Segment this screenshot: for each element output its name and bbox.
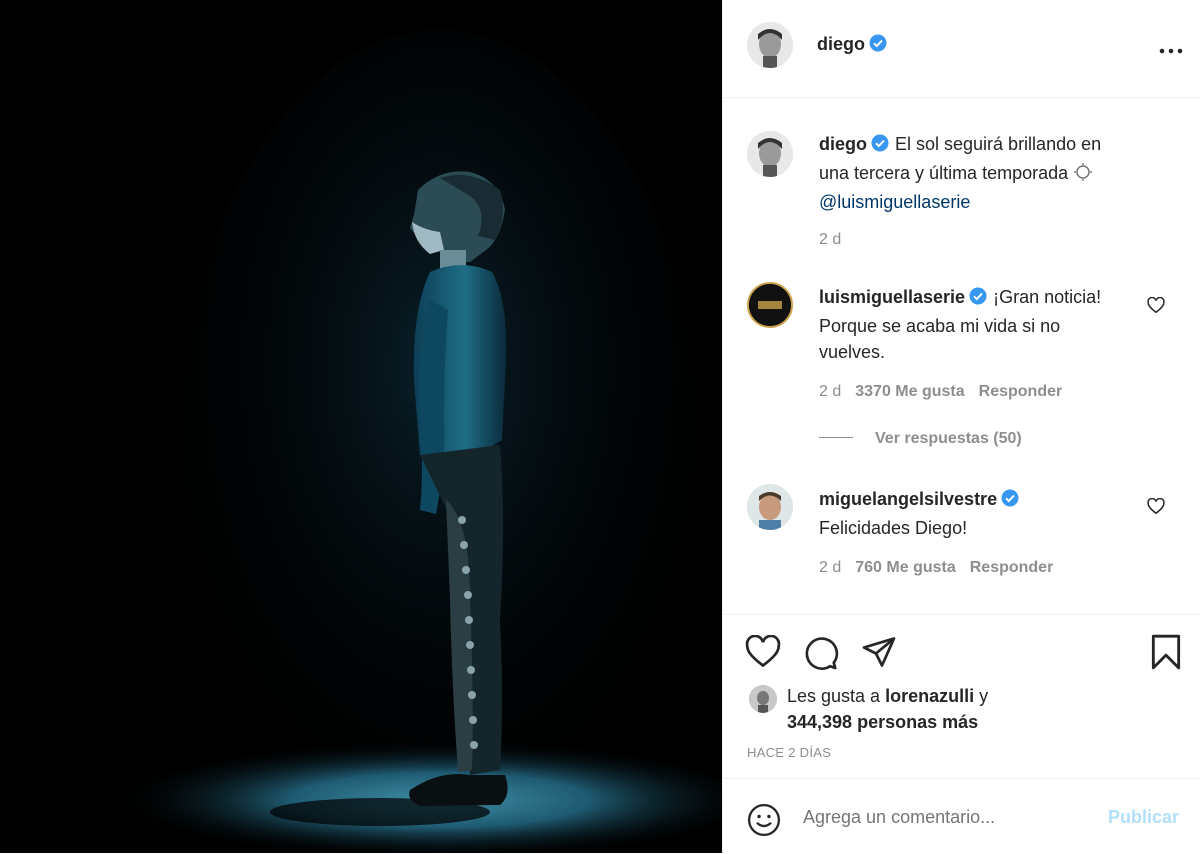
comments-list[interactable]: diego El sol seguirá brillando en una te… (723, 98, 1200, 613)
avatar-face-icon (747, 22, 793, 68)
comment-2-text-line1: Felicidades Diego! (819, 517, 968, 538)
post-side-panel: diego diego El sol seguirá brillando en (722, 0, 1200, 853)
likes-suffix: personas más (857, 712, 979, 732)
verified-badge-icon (969, 286, 987, 313)
publish-button[interactable]: Publicar (1108, 807, 1179, 828)
comment-1: luismiguellaserie ¡Gran noticia! Porque … (819, 284, 1149, 366)
likes-count-link[interactable]: 344,398 personas más (787, 709, 988, 735)
caption-age[interactable]: 2 d (819, 231, 841, 249)
comment-2-meta: 2 d 760 Me gusta Responder (819, 559, 1053, 577)
header-username[interactable]: diego (817, 34, 865, 54)
caption-username[interactable]: diego (819, 134, 867, 154)
comment-1-age[interactable]: 2 d (819, 383, 841, 400)
caption-mention-link[interactable]: @luismiguellaserie (819, 192, 970, 212)
caption-text-line1: El sol seguirá brillando en (895, 134, 1102, 154)
share-paper-plane-icon[interactable] (861, 635, 897, 674)
likes-summary: Les gusta a lorenazulli y 344,398 person… (787, 683, 988, 735)
author-avatar[interactable] (747, 22, 793, 68)
comment-2: miguelangelsilvestre Felicidades Diego! (819, 486, 1149, 541)
comment-2-age[interactable]: 2 d (819, 559, 841, 576)
verified-badge-icon (1001, 488, 1019, 515)
comment-1-meta: 2 d 3370 Me gusta Responder (819, 383, 1062, 401)
stage-photo-illustration (0, 0, 722, 853)
avatar-face-icon (749, 685, 777, 713)
post-date[interactable]: HACE 2 DÍAS (747, 745, 831, 760)
caption-text-line2: una tercera y última temporada (819, 162, 1069, 183)
verified-badge-icon (869, 34, 887, 57)
comment-composer: Publicar (723, 778, 1200, 854)
likes-join: y (979, 686, 989, 706)
avatar-face-icon (747, 131, 793, 177)
comment-1-reply-button[interactable]: Responder (979, 383, 1063, 400)
replies-divider (819, 437, 853, 438)
post-header: diego (723, 0, 1200, 98)
liked-by-avatar[interactable] (749, 685, 777, 713)
comment-1-text-line3: vuelves. (819, 342, 886, 362)
save-bookmark-icon[interactable] (1149, 633, 1183, 676)
sun-icon (1073, 162, 1093, 190)
comment-2-like-icon[interactable] (1147, 497, 1165, 520)
comment-bubble-icon[interactable] (803, 635, 839, 676)
comment-avatar-miguelangelsilvestre[interactable] (747, 484, 793, 530)
view-replies-button[interactable]: Ver respuestas (50) (819, 430, 1022, 448)
emoji-smiley-icon[interactable] (747, 803, 781, 842)
comment-2-likes[interactable]: 760 Me gusta (855, 559, 955, 576)
caption-author-avatar[interactable] (747, 131, 793, 177)
comment-1-text-line1: ¡Gran noticia! (993, 287, 1102, 307)
comment-1-like-icon[interactable] (1147, 296, 1165, 319)
likes-prefix: Les gusta a (787, 686, 881, 706)
more-options-icon[interactable] (1159, 34, 1183, 60)
comment-2-username[interactable]: miguelangelsilvestre (819, 489, 997, 509)
avatar-face-icon (747, 484, 793, 530)
caption: diego El sol seguirá brillando en una te… (819, 131, 1179, 216)
liked-by-username[interactable]: lorenazulli (885, 686, 974, 706)
comment-input[interactable] (803, 807, 1083, 828)
verified-badge-icon (871, 133, 889, 160)
comment-1-username[interactable]: luismiguellaserie (819, 287, 965, 307)
series-logo-icon (749, 284, 791, 326)
like-heart-icon[interactable] (745, 634, 781, 674)
comment-1-likes[interactable]: 3370 Me gusta (855, 383, 964, 400)
post-actions: Les gusta a lorenazulli y 344,398 person… (723, 614, 1200, 778)
comment-2-reply-button[interactable]: Responder (970, 559, 1054, 576)
likes-count: 344,398 (787, 712, 853, 732)
post-photo[interactable] (0, 0, 722, 853)
comment-1-text-line2: Porque se acaba mi vida si no (819, 315, 1061, 336)
comment-avatar-luismiguellaserie[interactable] (747, 282, 793, 328)
view-replies-label: Ver respuestas (50) (875, 430, 1022, 447)
